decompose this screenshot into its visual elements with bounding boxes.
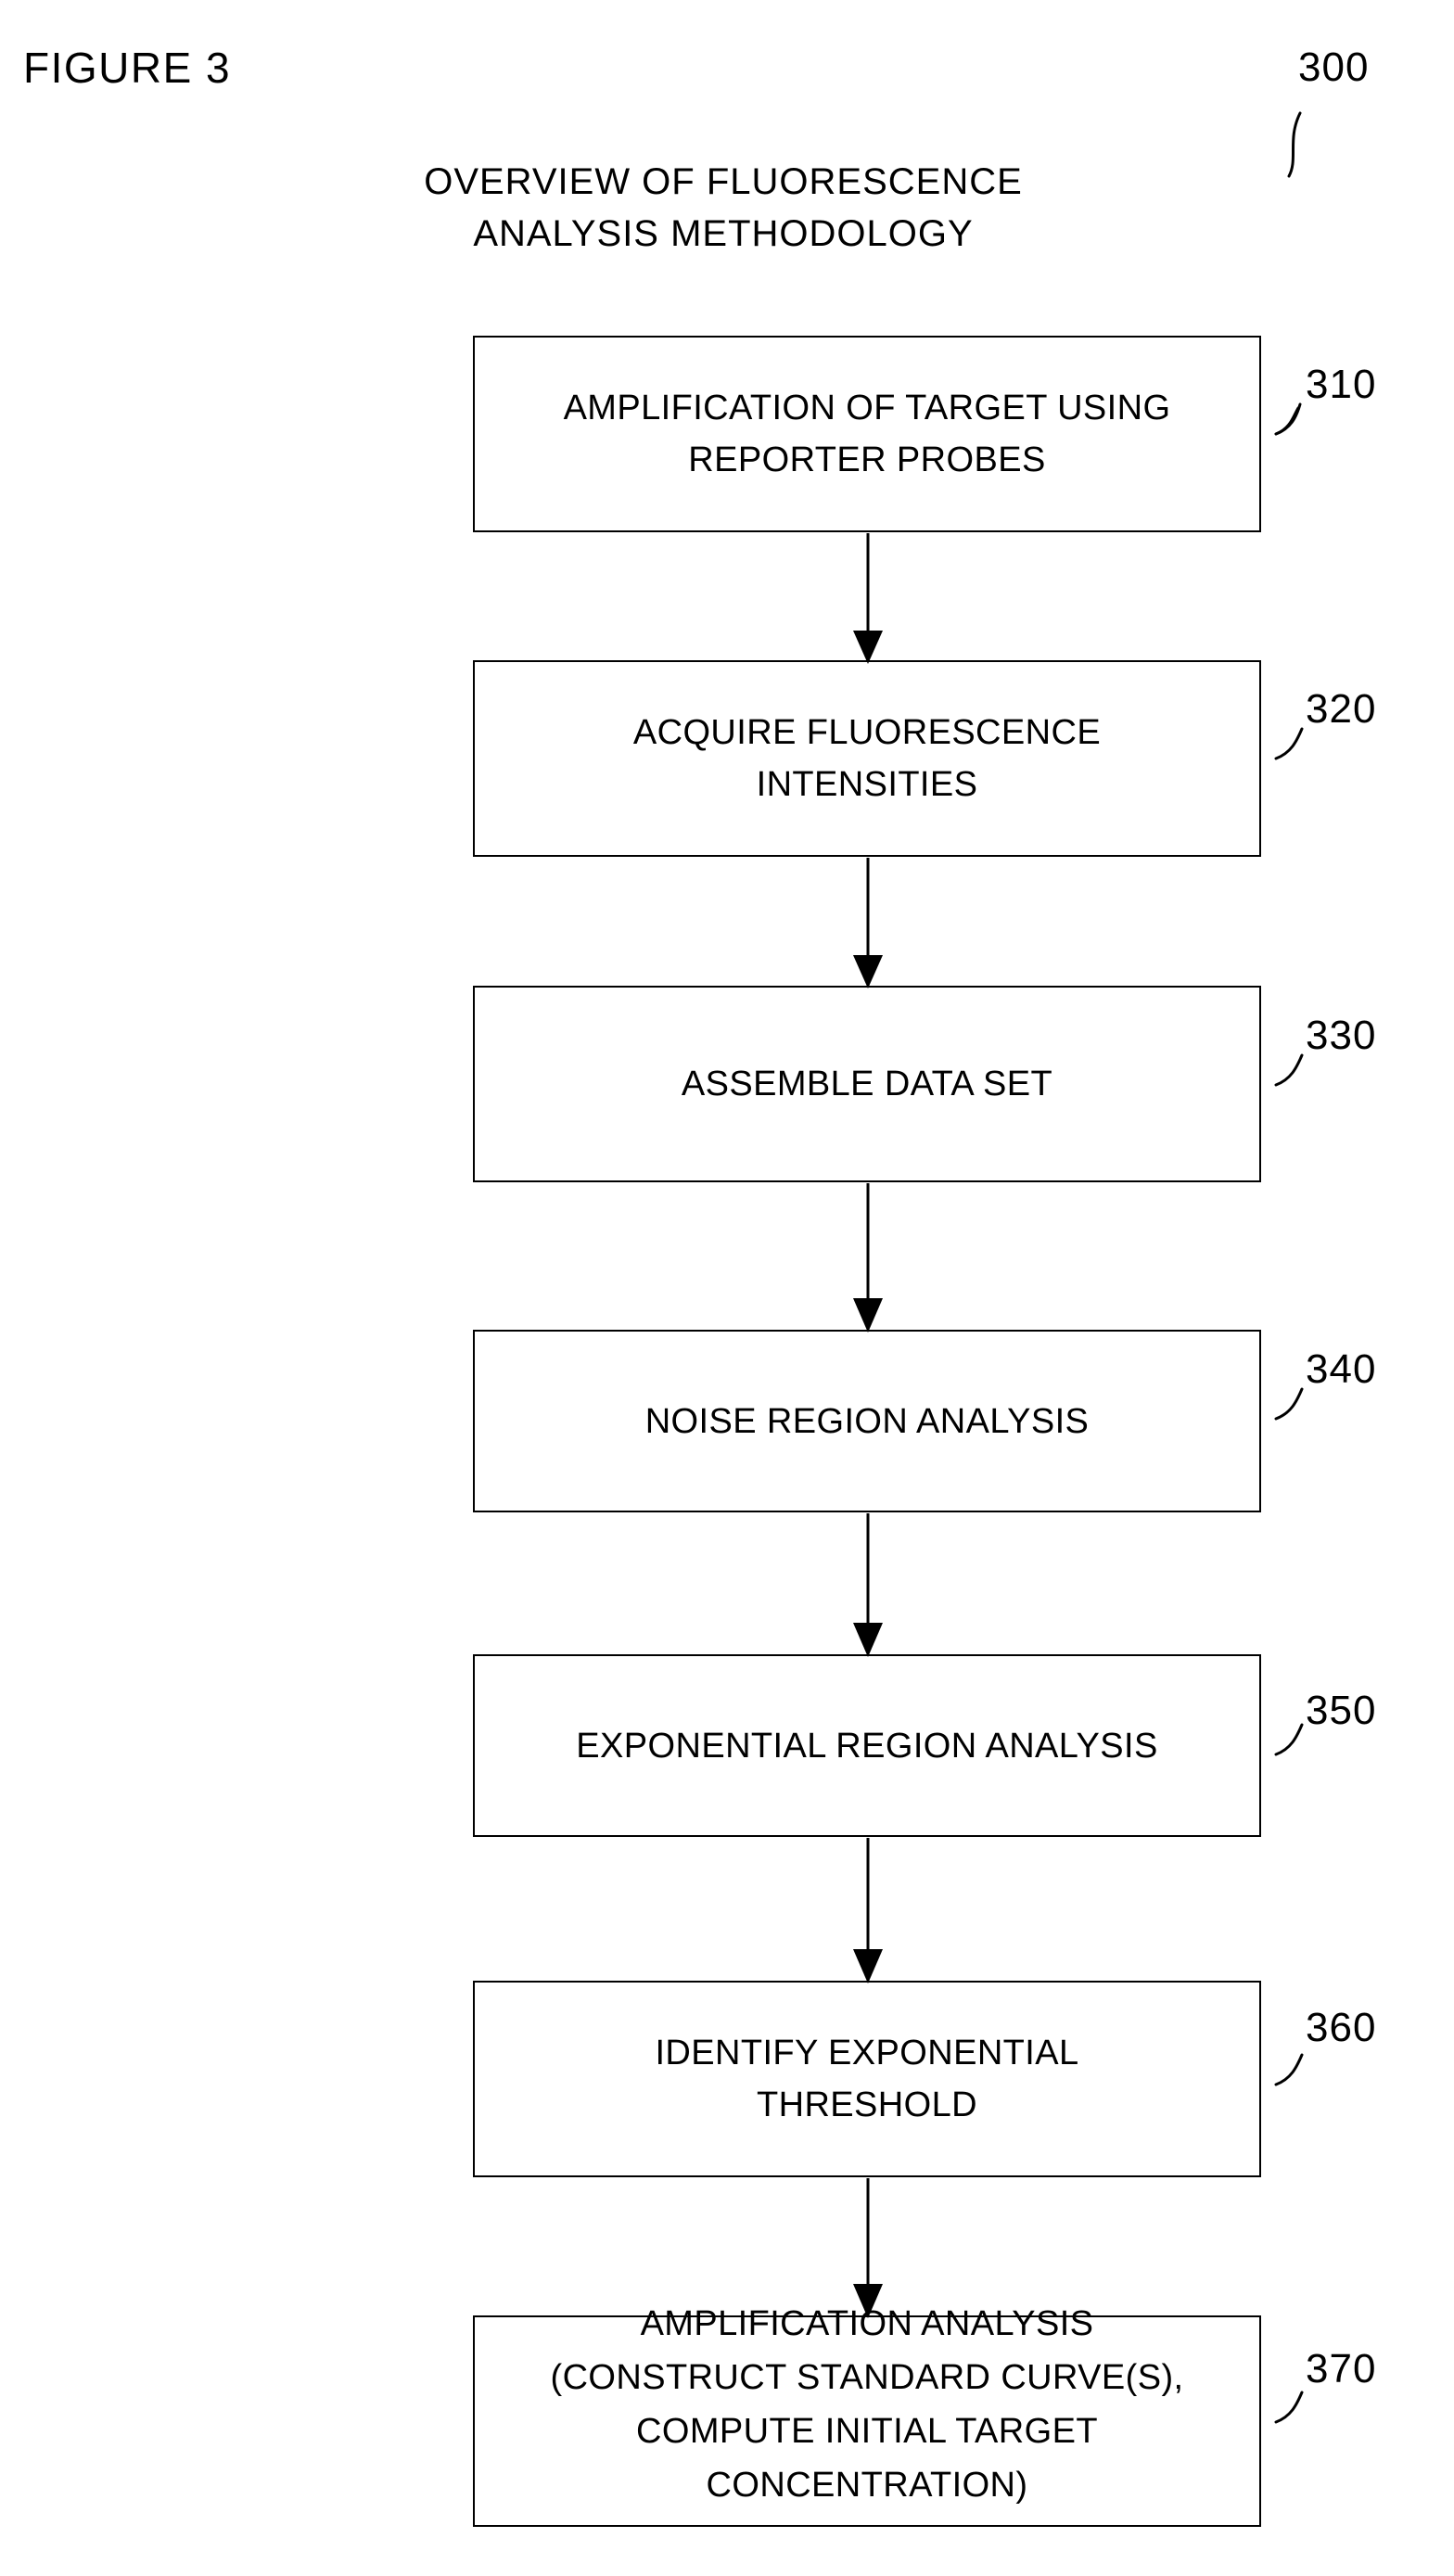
process-box-370-line-3: COMPUTE INITIAL TARGET <box>636 2412 1098 2451</box>
reference-numeral-310: 310 <box>1306 362 1377 407</box>
leader-line-360 <box>1274 2053 1304 2086</box>
leader-line-310-b <box>1274 402 1302 436</box>
process-box-310: AMPLIFICATION OF TARGET USING REPORTER P… <box>473 336 1261 532</box>
reference-numeral-370: 370 <box>1306 2346 1377 2391</box>
process-box-320-text: ACQUIRE FLUORESCENCE INTENSITIES <box>624 707 1110 810</box>
process-box-330-text: ASSEMBLE DATA SET <box>672 1058 1062 1110</box>
process-box-320: ACQUIRE FLUORESCENCE INTENSITIES <box>473 660 1261 857</box>
figure-label: FIGURE 3 <box>23 44 232 92</box>
leader-line-300 <box>1287 111 1302 178</box>
process-box-310-line-1: AMPLIFICATION OF TARGET USING <box>563 389 1171 427</box>
process-box-360-line-1: IDENTIFY EXPONENTIAL <box>655 2034 1079 2072</box>
leader-line-330 <box>1274 1053 1304 1087</box>
leader-line-340 <box>1274 1387 1304 1421</box>
connector-arrow-340-350 <box>853 1513 883 1657</box>
process-box-330-line-1: ASSEMBLE DATA SET <box>681 1065 1053 1103</box>
process-box-340-line-1: NOISE REGION ANALYSIS <box>644 1401 1090 1441</box>
process-box-350: EXPONENTIAL REGION ANALYSIS <box>473 1654 1261 1837</box>
process-box-370-text: AMPLIFICATION ANALYSIS (CONSTRUCT STANDA… <box>542 2297 1193 2512</box>
process-box-310-line-2: REPORTER PROBES <box>688 440 1046 479</box>
process-box-310-text: AMPLIFICATION OF TARGET USING REPORTER P… <box>555 382 1180 486</box>
leader-line-310 <box>1274 406 1300 436</box>
process-box-360-line-2: THRESHOLD <box>757 2085 977 2124</box>
process-box-340: NOISE REGION ANALYSIS <box>473 1330 1261 1512</box>
connector-arrow-320-330 <box>853 858 883 988</box>
process-box-320-line-2: INTENSITIES <box>756 765 978 804</box>
process-box-370-line-4: CONCENTRATION) <box>706 2466 1028 2505</box>
process-box-370-line-1: AMPLIFICATION ANALYSIS <box>640 2304 1094 2343</box>
reference-numeral-340: 340 <box>1306 1346 1377 1392</box>
reference-numeral-360: 360 <box>1306 2005 1377 2050</box>
process-box-360: IDENTIFY EXPONENTIAL THRESHOLD <box>473 1981 1261 2177</box>
process-box-340-text: NOISE REGION ANALYSIS <box>636 1396 1099 1447</box>
connector-arrow-310-320 <box>853 533 883 664</box>
reference-numeral-350: 350 <box>1306 1688 1377 1733</box>
diagram-title-line-1: OVERVIEW OF FLUORESCENCE <box>424 161 1023 202</box>
process-box-370-line-2: (CONSTRUCT STANDARD CURVE(S), <box>550 2358 1184 2397</box>
diagram-title-line-2: ANALYSIS METHODOLOGY <box>473 213 974 254</box>
process-box-360-text: IDENTIFY EXPONENTIAL THRESHOLD <box>645 2027 1088 2131</box>
patent-figure-page: FIGURE 3 OVERVIEW OF FLUORESCENCE ANALYS… <box>0 0 1454 2576</box>
process-box-320-line-1: ACQUIRE FLUORESCENCE <box>632 713 1102 752</box>
connector-arrow-350-360 <box>853 1838 883 1983</box>
process-box-370: AMPLIFICATION ANALYSIS (CONSTRUCT STANDA… <box>473 2304 1261 2527</box>
process-box-350-text: EXPONENTIAL REGION ANALYSIS <box>567 1720 1167 1772</box>
leader-line-320 <box>1274 727 1304 760</box>
leader-line-350 <box>1274 1723 1304 1756</box>
process-box-330: ASSEMBLE DATA SET <box>473 986 1261 1182</box>
connector-arrow-330-340 <box>853 1183 883 1333</box>
process-box-350-line-1: EXPONENTIAL REGION ANALYSIS <box>576 1726 1158 1766</box>
reference-numeral-320: 320 <box>1306 686 1377 732</box>
diagram-title: OVERVIEW OF FLUORESCENCE ANALYSIS METHOD… <box>352 156 1094 260</box>
reference-numeral-330: 330 <box>1306 1013 1377 1058</box>
leader-line-370 <box>1274 2391 1304 2424</box>
reference-numeral-300: 300 <box>1298 45 1370 90</box>
